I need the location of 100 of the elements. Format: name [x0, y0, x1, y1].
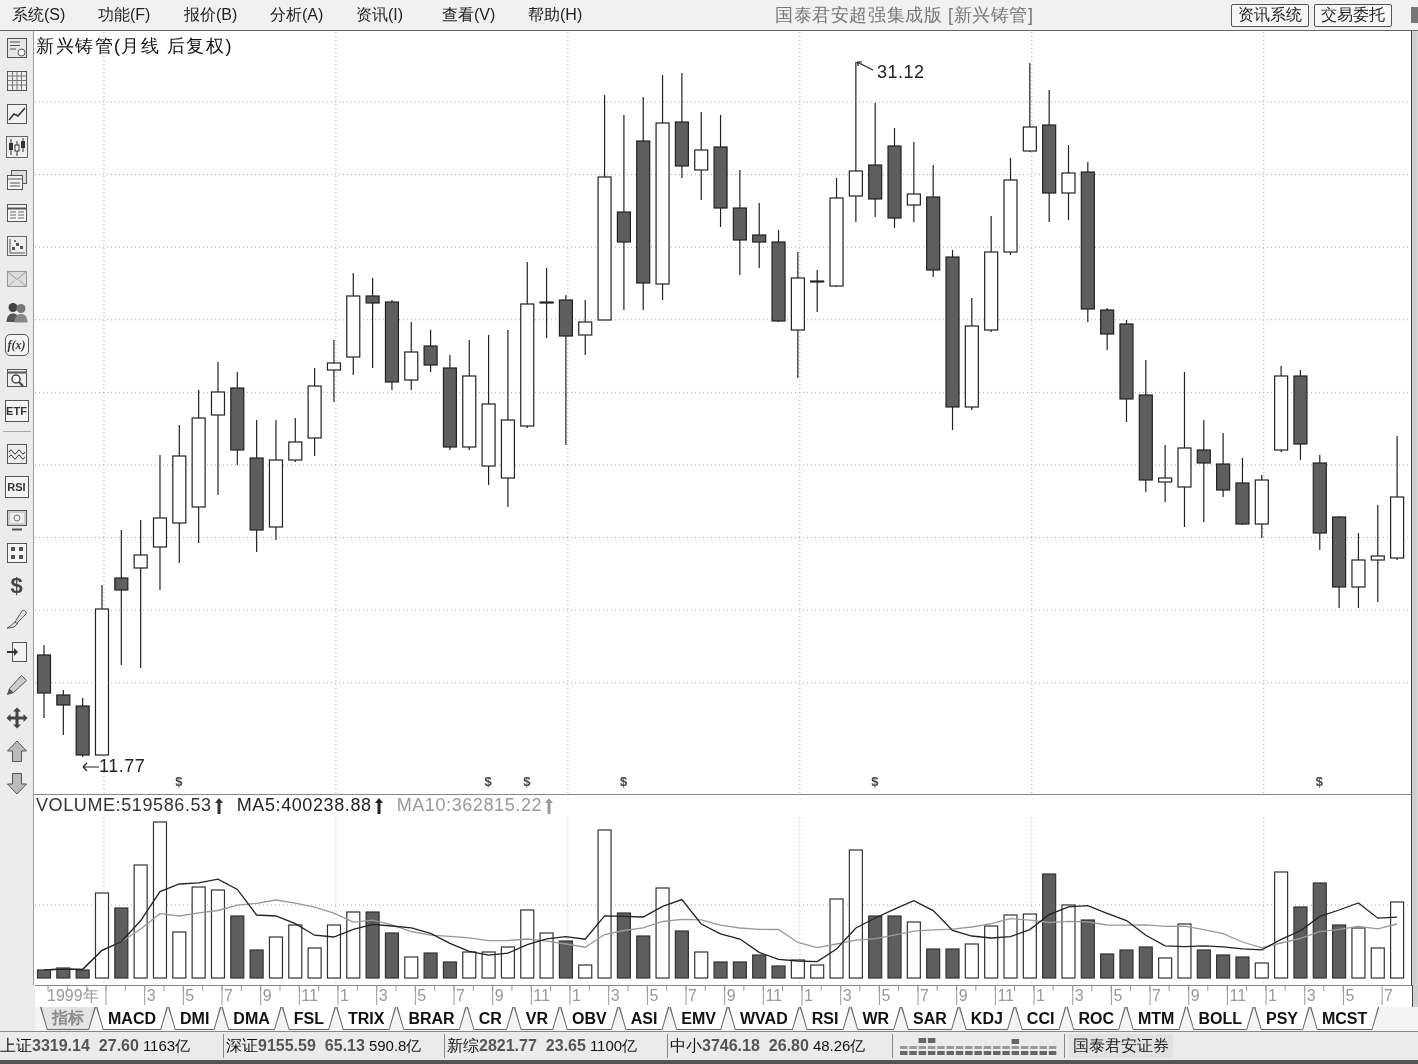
axis-label: 3 — [1306, 987, 1316, 1005]
axis-label: 3 — [610, 987, 620, 1005]
axis-label: 5 — [881, 987, 891, 1005]
indicator-tab[interactable]: EMV — [669, 1007, 728, 1030]
index-change: 23.65 — [545, 1036, 586, 1056]
axis-label: 11 — [301, 987, 318, 1005]
axis-label: 1 — [1268, 987, 1277, 1005]
axis-label: 7 — [688, 987, 697, 1005]
index-turnover: 590.8亿 — [368, 1036, 422, 1056]
axis-label: 1 — [572, 987, 581, 1005]
indicator-tab[interactable]: DMI — [168, 1007, 222, 1030]
indicator-tab[interactable]: ASI — [618, 1007, 670, 1030]
axis-label: 1 — [1036, 987, 1045, 1005]
index-turnover: 1100亿 — [589, 1036, 638, 1056]
toolbar-button[interactable]: ETF — [4, 399, 29, 422]
indicator-tab[interactable]: TRIX — [336, 1007, 397, 1030]
axis-label: 3 — [146, 987, 156, 1005]
indicator-tab[interactable]: PSY — [1253, 1007, 1310, 1030]
index-name: 深证 — [226, 1036, 258, 1056]
axis-label: 9 — [1190, 987, 1200, 1005]
menu-item[interactable]: 查看(V) — [442, 4, 502, 26]
axis-label: 3 — [1074, 987, 1084, 1005]
indicator-tab[interactable]: DMA — [221, 1007, 282, 1030]
indicator-tab[interactable]: WVAD — [728, 1007, 800, 1030]
index-change: 65.13 — [324, 1036, 365, 1056]
indicator-tab[interactable]: MACD — [96, 1007, 168, 1030]
windows-icon[interactable] — [5, 168, 28, 191]
axis-label: 11 — [765, 987, 782, 1005]
axis-label: 9 — [958, 987, 968, 1005]
index-value: 2821.77 — [479, 1036, 537, 1056]
indicator-tab[interactable]: KDJ — [958, 1007, 1015, 1030]
indicator-tab[interactable]: OBV — [560, 1007, 619, 1030]
axis-label: 3 — [378, 987, 388, 1005]
index-turnover: 1163亿 — [142, 1036, 191, 1056]
indicator-tab[interactable]: CCI — [1014, 1007, 1067, 1030]
import-icon[interactable] — [5, 640, 28, 663]
axis-label: 5 — [649, 987, 659, 1005]
menu-item[interactable]: 报价(B) — [184, 4, 244, 26]
axis-label: 9 — [494, 987, 504, 1005]
indicator-tab[interactable]: VR — [513, 1007, 560, 1030]
candlestick-icon[interactable] — [5, 135, 28, 158]
magnifier-window-icon[interactable] — [5, 366, 28, 389]
indicator-tab[interactable]: CR — [466, 1007, 514, 1030]
axis-label: 5 — [1345, 987, 1355, 1005]
menu-item[interactable]: 分析(A) — [270, 4, 330, 26]
axis-label: 7 — [1384, 987, 1393, 1005]
indicator-tab[interactable]: SAR — [901, 1007, 959, 1030]
indicator-tab[interactable]: MCST — [1309, 1007, 1380, 1030]
axis-label: 3 — [842, 987, 852, 1005]
table-icon[interactable] — [5, 201, 28, 224]
axis-label: 11 — [1229, 987, 1247, 1005]
axis-label: 5 — [1113, 987, 1123, 1005]
toolbar-button[interactable]: f(x) — [4, 333, 29, 356]
axis-label: 7 — [456, 987, 465, 1005]
indicator-tab[interactable]: MTM — [1125, 1007, 1187, 1030]
axis-label: 11 — [533, 987, 550, 1005]
window-title: 国泰君安超强集成版 [新兴铸管] — [775, 4, 1034, 27]
indicator-tab[interactable]: ROC — [1066, 1007, 1126, 1030]
index-name: 中小 — [670, 1036, 702, 1056]
move-icon[interactable] — [5, 706, 28, 729]
grid-icon[interactable] — [5, 69, 28, 92]
axis-label: 9 — [726, 987, 736, 1005]
menu-item[interactable]: 资讯(I) — [356, 4, 416, 26]
axis-label: 5 — [417, 987, 427, 1005]
toolbar-button[interactable]: 资讯系统 — [1231, 3, 1309, 27]
toolbar-button[interactable]: RSI — [4, 475, 29, 498]
wave-chart-icon[interactable] — [5, 442, 28, 465]
toolbar-button[interactable]: 交易委托 — [1314, 3, 1392, 27]
layout-grid-icon[interactable] — [5, 541, 28, 564]
indicator-tab[interactable]: BRAR — [396, 1007, 467, 1030]
line-chart-icon[interactable] — [5, 102, 28, 125]
indicator-tab[interactable]: WR — [850, 1007, 902, 1030]
index-turnover: 48.26亿 — [812, 1036, 866, 1056]
up-arrow-icon[interactable] — [5, 739, 28, 762]
scatter-chart-icon[interactable] — [5, 234, 28, 257]
report-icon[interactable] — [5, 36, 28, 59]
axis-label: 1 — [340, 987, 349, 1005]
indicator-tab[interactable]: RSI — [799, 1007, 851, 1030]
axis-label: 1999年 — [47, 987, 99, 1005]
pencil-icon[interactable] — [5, 673, 28, 696]
menu-item[interactable]: 功能(F) — [98, 4, 158, 26]
toolbar-button[interactable]: $ — [6, 572, 27, 599]
menu-item[interactable]: 系统(S) — [12, 4, 72, 26]
index-change: 27.60 — [98, 1036, 139, 1056]
axis-label: 5 — [185, 987, 195, 1005]
monitor-icon[interactable] — [5, 508, 28, 531]
brush-icon[interactable] — [5, 607, 28, 630]
people-icon[interactable] — [5, 300, 28, 323]
axis-label: 7 — [920, 987, 929, 1005]
index-change: 26.80 — [768, 1036, 809, 1056]
index-name: 上证 — [0, 1036, 32, 1056]
menu-item[interactable]: 帮助(H) — [528, 4, 588, 26]
broker-name: 国泰君安证券 — [1069, 1034, 1173, 1058]
indicator-tab[interactable]: FSL — [281, 1007, 336, 1030]
indicator-tab[interactable]: BOLL — [1186, 1007, 1254, 1030]
down-arrow-icon[interactable] — [5, 772, 28, 795]
index-value: 3319.14 — [32, 1036, 90, 1056]
index-name: 新综 — [447, 1036, 479, 1056]
index-value: 3746.18 — [702, 1036, 760, 1056]
axis-label: 9 — [262, 987, 272, 1005]
